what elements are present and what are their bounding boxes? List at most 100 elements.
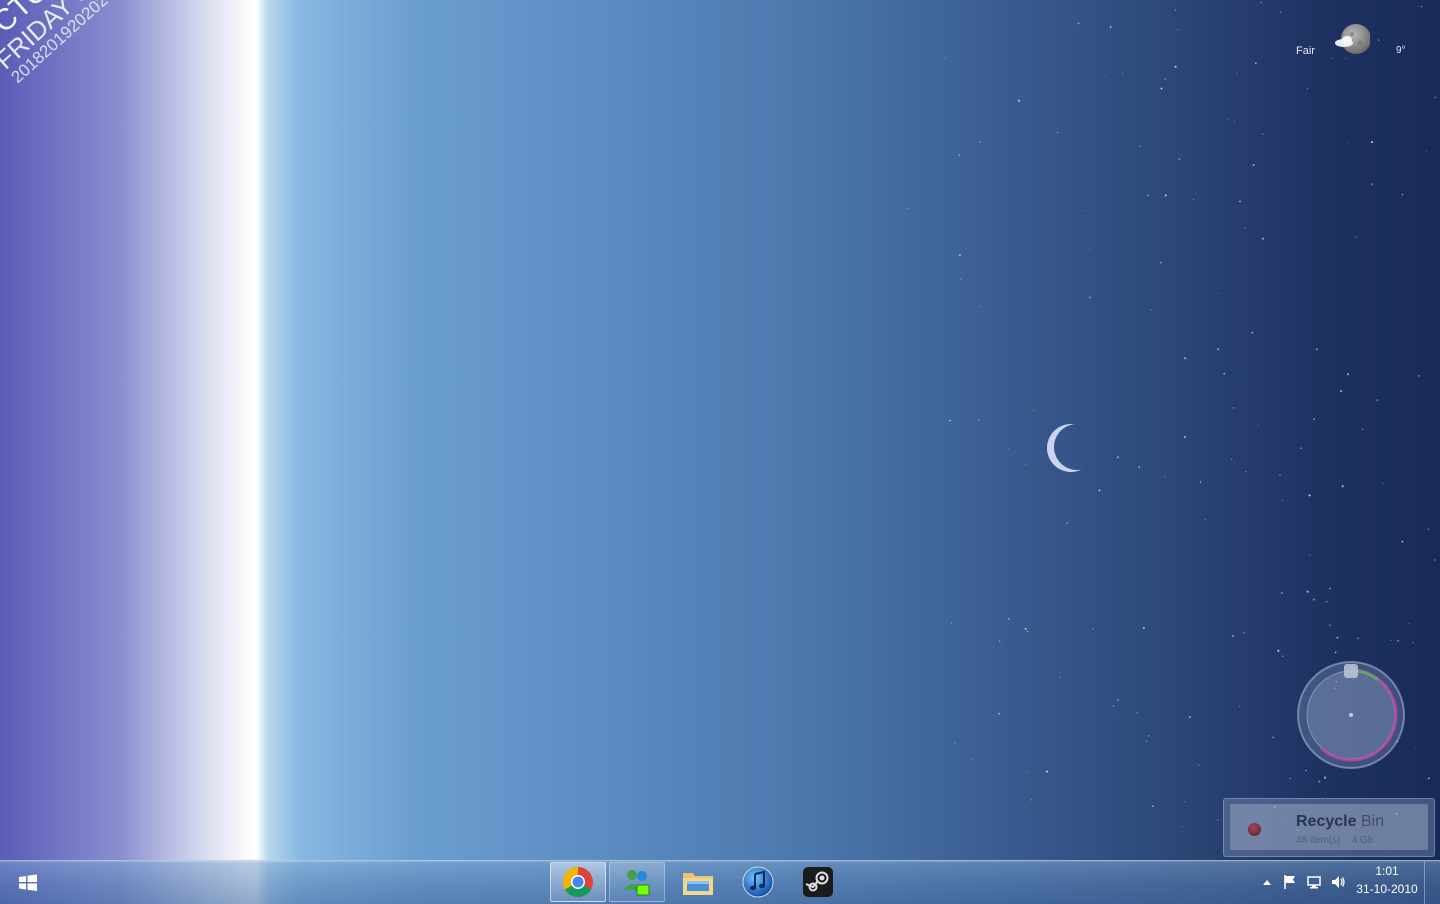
calendar-widget: 28293031123456789 OCTOBER NOVEMBER FRIDA…	[0, 0, 359, 139]
recycle-bin-size: 4 Gb	[1351, 835, 1374, 846]
network-button[interactable]	[1305, 873, 1323, 891]
star	[979, 141, 981, 144]
recycle-bin-widget[interactable]: Recycle Bin 48 item(s) 4 Gb	[1223, 798, 1435, 857]
star	[1198, 764, 1200, 766]
network-icon	[1307, 876, 1321, 889]
star	[1252, 164, 1255, 166]
start-button[interactable]	[10, 867, 46, 899]
star	[1325, 600, 1328, 603]
star	[1425, 150, 1427, 152]
messenger-icon	[624, 870, 650, 896]
star	[1261, 237, 1264, 240]
star	[1112, 705, 1115, 707]
star	[1420, 5, 1423, 8]
gauge-widget[interactable]	[1296, 660, 1406, 770]
star	[1382, 482, 1384, 484]
star	[901, 526, 903, 528]
show-desktop-button[interactable]	[1424, 861, 1440, 904]
star	[1217, 819, 1219, 821]
weather-widget[interactable]: Fair 9°	[1290, 22, 1420, 62]
star	[956, 583, 958, 585]
star	[1152, 805, 1154, 807]
star	[949, 419, 951, 422]
taskbar-explorer-button[interactable]	[670, 862, 726, 902]
star	[1147, 735, 1150, 737]
star	[1045, 770, 1049, 773]
star	[1104, 76, 1106, 78]
star	[960, 278, 962, 280]
star	[1434, 559, 1436, 561]
star	[1300, 447, 1303, 450]
star	[1192, 198, 1195, 201]
star	[1182, 826, 1183, 827]
star	[1281, 655, 1284, 658]
star	[1174, 65, 1177, 68]
star	[1336, 636, 1339, 639]
star	[1160, 87, 1163, 90]
star	[1008, 618, 1010, 620]
star	[1098, 489, 1101, 492]
weather-condition: Fair	[1296, 45, 1315, 57]
star	[1376, 399, 1379, 401]
star	[1233, 120, 1236, 122]
star	[1138, 466, 1141, 469]
star	[1024, 627, 1027, 630]
volume-button[interactable]	[1329, 873, 1347, 891]
taskbar-itunes-button[interactable]	[730, 862, 786, 902]
action-center-button[interactable]	[1281, 873, 1299, 891]
show-hidden-icons-button[interactable]	[1258, 873, 1276, 891]
taskbar-messenger-button[interactable]	[609, 862, 665, 902]
star	[1136, 711, 1138, 714]
star	[1370, 183, 1374, 186]
star	[1244, 227, 1246, 229]
star	[1262, 133, 1264, 136]
star	[1183, 436, 1187, 439]
itunes-icon	[742, 866, 774, 898]
chrome-icon	[562, 867, 593, 898]
star	[1178, 157, 1181, 161]
taskbar-chrome-button[interactable]	[550, 862, 606, 902]
star	[1313, 418, 1315, 420]
windows-logo-icon	[19, 874, 37, 891]
star	[1277, 649, 1279, 651]
star	[1328, 624, 1331, 627]
star	[1397, 640, 1399, 642]
star	[1355, 236, 1357, 238]
star	[1277, 649, 1280, 652]
star	[1025, 464, 1027, 466]
star	[1142, 626, 1145, 630]
star	[1085, 210, 1087, 212]
star	[1417, 375, 1420, 377]
star	[1199, 481, 1202, 483]
star	[1238, 705, 1240, 707]
desktop[interactable]: 28293031123456789 OCTOBER NOVEMBER FRIDA…	[0, 0, 1440, 904]
clock-time[interactable]: 1:01	[1362, 864, 1412, 878]
star	[1281, 499, 1283, 502]
star	[1239, 200, 1241, 203]
star	[1341, 485, 1344, 488]
star	[1316, 348, 1318, 351]
star	[1412, 642, 1414, 644]
star	[1030, 799, 1033, 801]
star	[1089, 248, 1090, 250]
star	[1236, 72, 1238, 74]
star	[1233, 462, 1236, 464]
star	[1357, 637, 1360, 640]
star	[1026, 771, 1028, 773]
star	[1272, 736, 1274, 738]
star	[1017, 99, 1021, 102]
star	[1059, 671, 1061, 673]
star	[978, 419, 980, 421]
star	[979, 305, 981, 307]
star	[1408, 623, 1410, 625]
taskbar-steam-button[interactable]	[790, 862, 846, 902]
star	[1361, 428, 1364, 430]
star	[1113, 714, 1115, 716]
recycle-bin-title-second: Bin	[1360, 813, 1385, 830]
clock-date[interactable]: 31-10-2010	[1352, 882, 1422, 896]
volume-icon	[1332, 876, 1345, 888]
star	[1434, 96, 1437, 99]
star	[1328, 587, 1331, 590]
star	[1027, 631, 1029, 633]
star	[1059, 676, 1061, 679]
